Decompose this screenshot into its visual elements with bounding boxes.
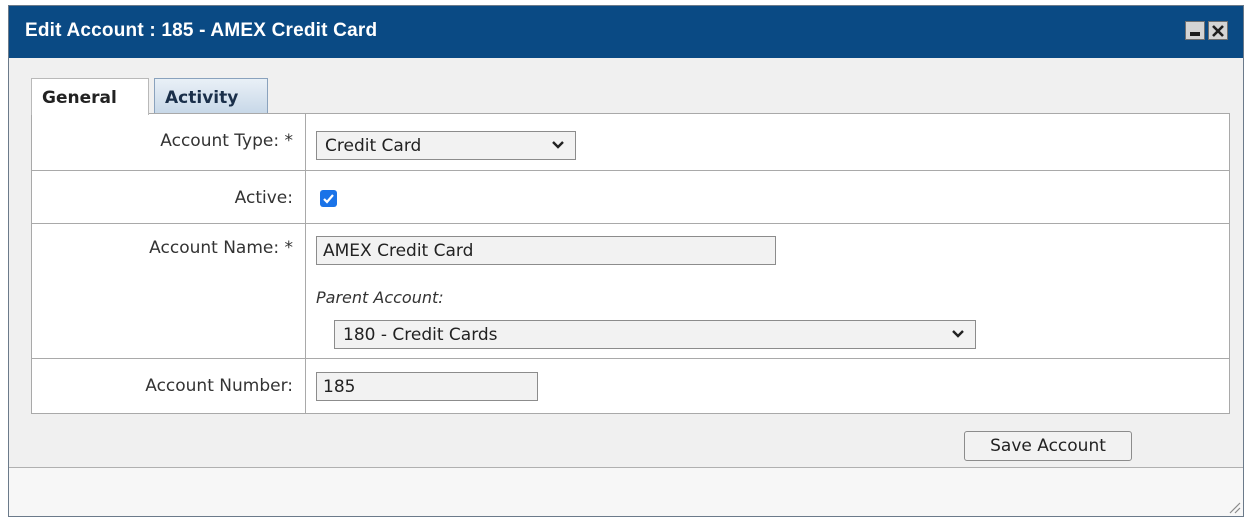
account-name-input[interactable]: AMEX Credit Card <box>316 236 776 265</box>
active-label-text: Active: <box>234 188 293 208</box>
resize-grip-icon[interactable] <box>1227 500 1241 514</box>
account-type-value: Credit Card <box>325 136 422 156</box>
account-number-label-text: Account Number: <box>145 376 293 396</box>
dialog-footer <box>9 468 1243 516</box>
close-icon[interactable] <box>1208 21 1228 40</box>
dialog-title: Edit Account : 185 - AMEX Credit Card <box>25 20 378 41</box>
row-account-number: Account Number: 185 <box>32 359 1229 413</box>
row-account-name: Account Name: * AMEX Credit Card Parent … <box>32 224 1229 359</box>
account-name-label-text: Account Name: * <box>149 238 293 258</box>
account-type-select[interactable]: Credit Card <box>316 131 576 160</box>
tab-general[interactable]: General <box>31 78 149 115</box>
account-type-label: Account Type: * <box>32 114 306 170</box>
chevron-down-icon <box>552 141 564 149</box>
chevron-down-icon <box>952 330 964 338</box>
account-number-label: Account Number: <box>32 359 306 413</box>
minimize-icon[interactable] <box>1185 21 1205 40</box>
parent-account-label: Parent Account: <box>316 288 444 307</box>
active-checkbox[interactable] <box>320 190 337 207</box>
account-number-input[interactable]: 185 <box>316 372 538 401</box>
account-form: Account Type: * Credit Card Active: Acco… <box>31 113 1230 414</box>
checkmark-icon <box>323 194 334 204</box>
save-account-button[interactable]: Save Account <box>964 431 1132 461</box>
edit-account-dialog: Edit Account : 185 - AMEX Credit Card Ge… <box>8 5 1244 517</box>
parent-account-value: 180 - Credit Cards <box>343 325 498 345</box>
tab-activity[interactable]: Activity <box>154 78 268 114</box>
row-account-type: Account Type: * Credit Card <box>32 114 1229 171</box>
account-name-label: Account Name: * <box>32 224 306 358</box>
row-active: Active: <box>32 171 1229 224</box>
account-type-label-text: Account Type: * <box>160 131 293 151</box>
parent-account-select[interactable]: 180 - Credit Cards <box>334 320 976 349</box>
active-label: Active: <box>32 171 306 223</box>
dialog-titlebar[interactable]: Edit Account : 185 - AMEX Credit Card <box>9 6 1243 58</box>
